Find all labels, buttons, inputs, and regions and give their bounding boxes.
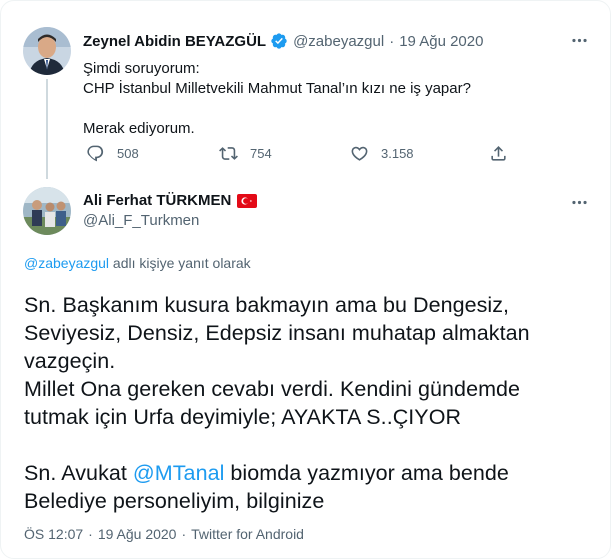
tweet-card: Zeynel Abidin BEYAZGÜL @zabeyazgul · 19 … — [0, 0, 611, 559]
more-icon[interactable] — [568, 29, 590, 51]
mention-link[interactable]: @MTanal — [133, 461, 224, 485]
verified-badge-icon — [270, 32, 288, 50]
action-bar: 508 754 3.158 — [83, 144, 523, 166]
tweet-text-fragment: biomda yazmıyor ama bende — [224, 461, 509, 485]
tweet-text-line: Sn. Başkanım kusura bakmayın ama bu Deng… — [24, 293, 510, 317]
avatar[interactable] — [23, 27, 71, 75]
reply-count: 508 — [117, 146, 139, 161]
reply-context: @zabeyazgul adlı kişiye yanıt olarak — [24, 255, 251, 271]
tweet-text-line: tutmak için Urfa deyimiyle; AYAKTA S..ÇI… — [24, 405, 462, 429]
reply-icon — [87, 145, 104, 162]
parent-tweet-header: Zeynel Abidin BEYAZGÜL @zabeyazgul · 19 … — [83, 32, 483, 50]
parent-tweet[interactable]: Zeynel Abidin BEYAZGÜL @zabeyazgul · 19 … — [1, 1, 610, 179]
like-button[interactable]: 3.158 — [350, 144, 414, 163]
tweet-text-line — [83, 99, 583, 119]
author-handle[interactable]: @zabeyazgul — [293, 33, 384, 50]
tweet-time[interactable]: ÖS 12:07 — [24, 526, 83, 542]
parent-tweet-text: Şimdi soruyorum: CHP İstanbul Milletveki… — [83, 59, 583, 139]
tweet-text-line: Millet Ona gereken cevabı verdi. Kendini… — [24, 377, 521, 401]
tweet-text-line: Şimdi soruyorum: — [83, 60, 200, 77]
mention-link[interactable]: @zabeyazgul — [24, 255, 109, 271]
avatar[interactable] — [23, 187, 71, 235]
main-tweet-header: Ali Ferhat TÜRKMEN — [83, 192, 258, 209]
thread-line — [46, 79, 48, 179]
tweet-text-line: Belediye personeliyim, bilginize — [24, 489, 325, 513]
tweet-metadata: ÖS 12:07 · 19 Ağu 2020 · Twitter for Android — [24, 526, 304, 542]
tweet-text-fragment: Sn. Avukat — [24, 461, 133, 485]
tweet-text-line: CHP İstanbul Milletvekili Mahmut Tanal’ı… — [83, 80, 471, 97]
tweet-date[interactable]: 19 Ağu 2020 — [399, 33, 483, 50]
tweet-source[interactable]: Twitter for Android — [191, 526, 304, 542]
author-handle[interactable]: @Ali_F_Turkmen — [83, 212, 199, 229]
reply-button[interactable]: 508 — [86, 144, 139, 163]
tweet-text-line — [24, 431, 594, 459]
main-tweet-text: Sn. Başkanım kusura bakmayın ama bu Deng… — [24, 291, 594, 515]
tweet-text-line: Sn. Avukat @MTanal biomda yazmıyor ama b… — [24, 459, 594, 487]
separator-dot: · — [181, 526, 187, 542]
retweet-button[interactable]: 754 — [219, 144, 272, 163]
retweet-icon — [219, 147, 238, 160]
more-icon[interactable] — [568, 191, 590, 213]
tweet-date[interactable]: 19 Ağu 2020 — [98, 526, 177, 542]
author-name[interactable]: Zeynel Abidin BEYAZGÜL — [83, 33, 266, 50]
separator-dot: · — [88, 526, 93, 542]
author-name[interactable]: Ali Ferhat TÜRKMEN — [83, 192, 231, 209]
share-icon — [491, 146, 506, 161]
tweet-text-line: vazgeçin. — [24, 349, 116, 373]
tweet-text-line: Merak ediyorum. — [83, 120, 195, 137]
like-icon — [351, 146, 368, 161]
separator-dot: · — [389, 32, 395, 50]
retweet-count: 754 — [250, 146, 272, 161]
like-count: 3.158 — [381, 146, 414, 161]
tweet-text-line: Seviyesiz, Densiz, Edepsiz insanı muhata… — [24, 321, 530, 345]
turkey-flag-icon — [237, 193, 258, 208]
share-button[interactable] — [489, 144, 520, 163]
reply-context-text: adlı kişiye yanıt olarak — [109, 255, 251, 271]
